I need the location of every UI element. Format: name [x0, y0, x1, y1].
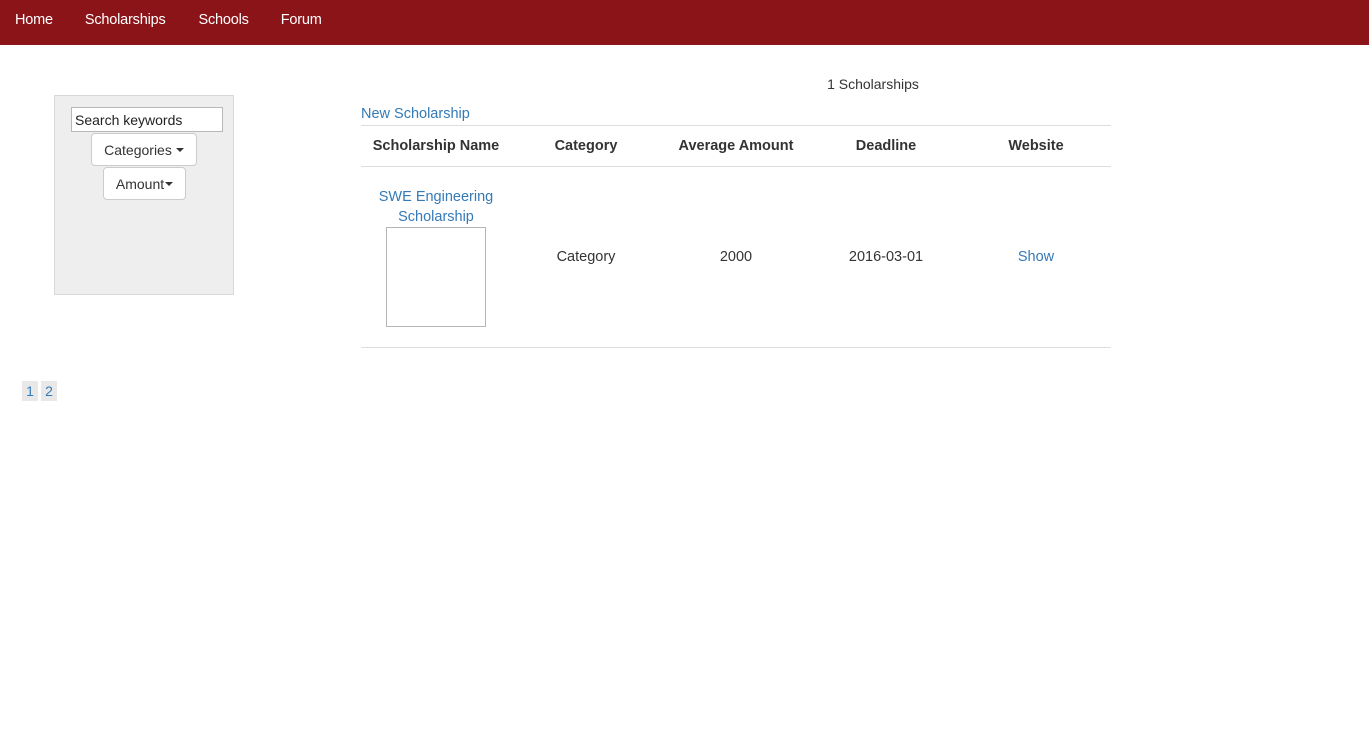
col-header-website: Website [961, 125, 1111, 167]
amount-dropdown-button[interactable]: Amount [103, 167, 186, 200]
col-header-name: Scholarship Name [361, 125, 511, 167]
caret-down-icon [165, 181, 174, 186]
website-show-link[interactable]: Show [1018, 249, 1054, 265]
col-header-average-amount: Average Amount [661, 125, 811, 167]
search-keywords-input[interactable] [71, 107, 223, 132]
filter-sidebar: Categories Amount [54, 95, 234, 295]
nav-forum-link[interactable]: Forum [266, 10, 337, 36]
cell-website: Show [961, 166, 1111, 348]
table-header-row: Scholarship Name Category Average Amount… [361, 125, 1111, 167]
nav-home-link[interactable]: Home [0, 10, 68, 36]
amount-dropdown-label: Amount [115, 175, 165, 192]
new-scholarship-link[interactable]: New Scholarship [361, 106, 470, 122]
scholarship-count: 1 Scholarships [827, 76, 919, 92]
scholarships-table: Scholarship Name Category Average Amount… [361, 125, 1111, 348]
col-header-deadline: Deadline [811, 125, 961, 167]
table-row: SWE Engineering Scholarship Category 200… [361, 166, 1111, 348]
nav-schools-link[interactable]: Schools [184, 10, 264, 36]
page-1-button[interactable]: 1 [22, 381, 38, 401]
page-2-button[interactable]: 2 [41, 381, 57, 401]
scholarship-image[interactable] [386, 227, 486, 327]
col-header-category: Category [511, 125, 661, 167]
cell-deadline: 2016-03-01 [811, 166, 961, 348]
nav-scholarships-link[interactable]: Scholarships [70, 10, 181, 36]
cell-category: Category [511, 166, 661, 348]
scholarship-name-link[interactable]: SWE Engineering Scholarship [376, 187, 496, 227]
caret-down-icon [175, 147, 184, 152]
categories-dropdown-button[interactable]: Categories [91, 133, 197, 166]
top-navbar: Home Scholarships Schools Forum [0, 0, 1369, 45]
categories-dropdown-label: Categories [104, 141, 172, 158]
cell-average-amount: 2000 [661, 166, 811, 348]
pagination: 1 2 [22, 381, 57, 401]
cell-name: SWE Engineering Scholarship [361, 166, 511, 348]
